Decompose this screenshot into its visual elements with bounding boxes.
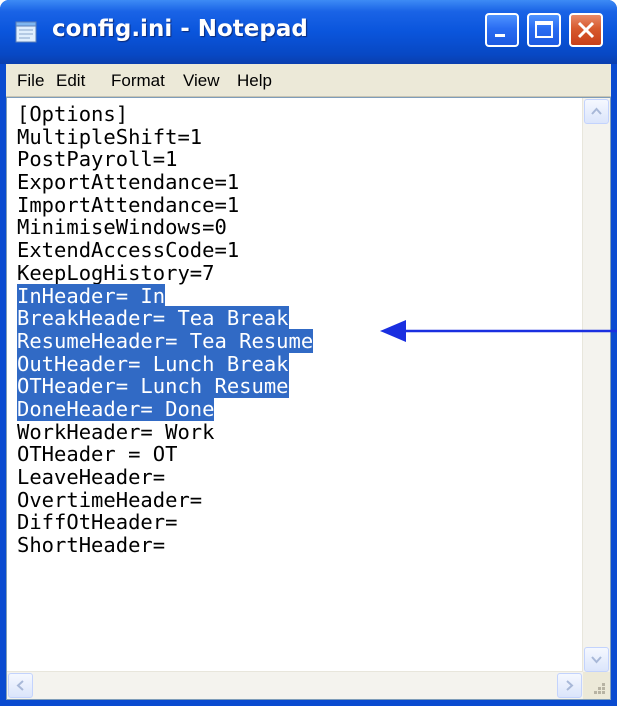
menu-format[interactable]: Format xyxy=(111,71,165,91)
maximize-icon xyxy=(535,21,553,38)
chevron-left-icon xyxy=(16,680,24,691)
text-line: MultipleShift=1 xyxy=(17,124,582,149)
text-editor[interactable]: [Options] MultipleShift=1 PostPayroll=1 Exp… xyxy=(6,97,611,700)
line-text: MultipleShift=1 xyxy=(17,124,203,149)
maximize-button[interactable] xyxy=(527,13,561,47)
scroll-left-button[interactable] xyxy=(8,673,33,698)
scroll-right-button[interactable] xyxy=(557,673,582,698)
text-line: OvertimeHeader= xyxy=(17,487,582,512)
selected-text: BreakHeader= Tea Break xyxy=(17,306,289,331)
resize-grip[interactable] xyxy=(583,672,610,699)
minimize-icon xyxy=(495,34,505,37)
window-title: config.ini - Notepad xyxy=(52,16,308,42)
line-text: LeaveHeader= xyxy=(17,465,166,489)
line-text: DiffOtHeader= xyxy=(17,510,178,535)
selected-text: ResumeHeader= Tea Resume xyxy=(17,328,314,353)
menu-view[interactable]: View xyxy=(183,71,220,91)
selected-text: OTHeader= Lunch Resume xyxy=(17,374,289,399)
menu-help[interactable]: Help xyxy=(237,71,272,91)
horizontal-scrollbar[interactable] xyxy=(7,671,583,699)
text-line: ExtendAccessCode=1 xyxy=(17,239,582,262)
text-line: KeepLogHistory=7 xyxy=(17,260,582,285)
text-line: OTHeader = OT xyxy=(17,443,582,466)
annotation-arrow-icon xyxy=(380,320,617,342)
text-line: WorkHeader= Work xyxy=(17,419,582,444)
scroll-up-button[interactable] xyxy=(584,99,609,124)
text-line: InHeader= In xyxy=(17,283,582,308)
text-line: [Options] xyxy=(17,103,582,126)
text-content[interactable]: [Options] MultipleShift=1 PostPayroll=1 Exp… xyxy=(17,103,582,658)
line-text: WorkHeader= Work xyxy=(17,419,215,444)
notepad-window: config.ini - Notepad File Edit Format Vi… xyxy=(0,0,617,706)
line-text: KeepLogHistory=7 xyxy=(17,260,215,285)
text-line: ImportAttendance=1 xyxy=(17,192,582,217)
selected-text: InHeader= In xyxy=(17,283,166,308)
text-line: ShortHeader= xyxy=(17,534,582,557)
line-text: ImportAttendance=1 xyxy=(17,192,240,217)
line-text: ExtendAccessCode=1 xyxy=(17,238,240,263)
chevron-right-icon xyxy=(566,680,574,691)
line-text: PostPayroll=1 xyxy=(17,147,178,172)
close-icon xyxy=(577,21,595,39)
menu-edit[interactable]: Edit xyxy=(56,71,85,91)
selected-text: DoneHeader= Done xyxy=(17,396,215,421)
line-text: ShortHeader= xyxy=(17,533,166,558)
scroll-down-button[interactable] xyxy=(584,647,609,672)
line-text: OTHeader = OT xyxy=(17,442,178,467)
text-line: OTHeader= Lunch Resume xyxy=(17,374,582,399)
text-line: LeaveHeader= xyxy=(17,466,582,489)
title-bar[interactable]: config.ini - Notepad xyxy=(0,0,617,64)
selected-text: OutHeader= Lunch Break xyxy=(17,351,289,376)
text-line: MinimiseWindows=0 xyxy=(17,216,582,239)
menu-bar: File Edit Format View Help xyxy=(6,64,611,97)
resize-grip-icon xyxy=(594,683,605,694)
text-line: OutHeader= Lunch Break xyxy=(17,351,582,376)
menu-file[interactable]: File xyxy=(17,71,44,91)
chevron-down-icon xyxy=(591,656,602,664)
close-button[interactable] xyxy=(569,13,603,47)
notepad-icon xyxy=(15,21,37,43)
line-text: OvertimeHeader= xyxy=(17,487,203,512)
line-text: ExportAttendance=1 xyxy=(17,170,240,195)
line-text: [Options] xyxy=(17,103,129,126)
text-line: DoneHeader= Done xyxy=(17,396,582,421)
minimize-button[interactable] xyxy=(485,13,519,47)
text-line: DiffOtHeader= xyxy=(17,511,582,534)
text-line: PostPayroll=1 xyxy=(17,148,582,171)
vertical-scrollbar[interactable] xyxy=(582,98,610,673)
chevron-up-icon xyxy=(591,107,602,115)
line-text: MinimiseWindows=0 xyxy=(17,215,227,240)
text-line: ExportAttendance=1 xyxy=(17,171,582,194)
